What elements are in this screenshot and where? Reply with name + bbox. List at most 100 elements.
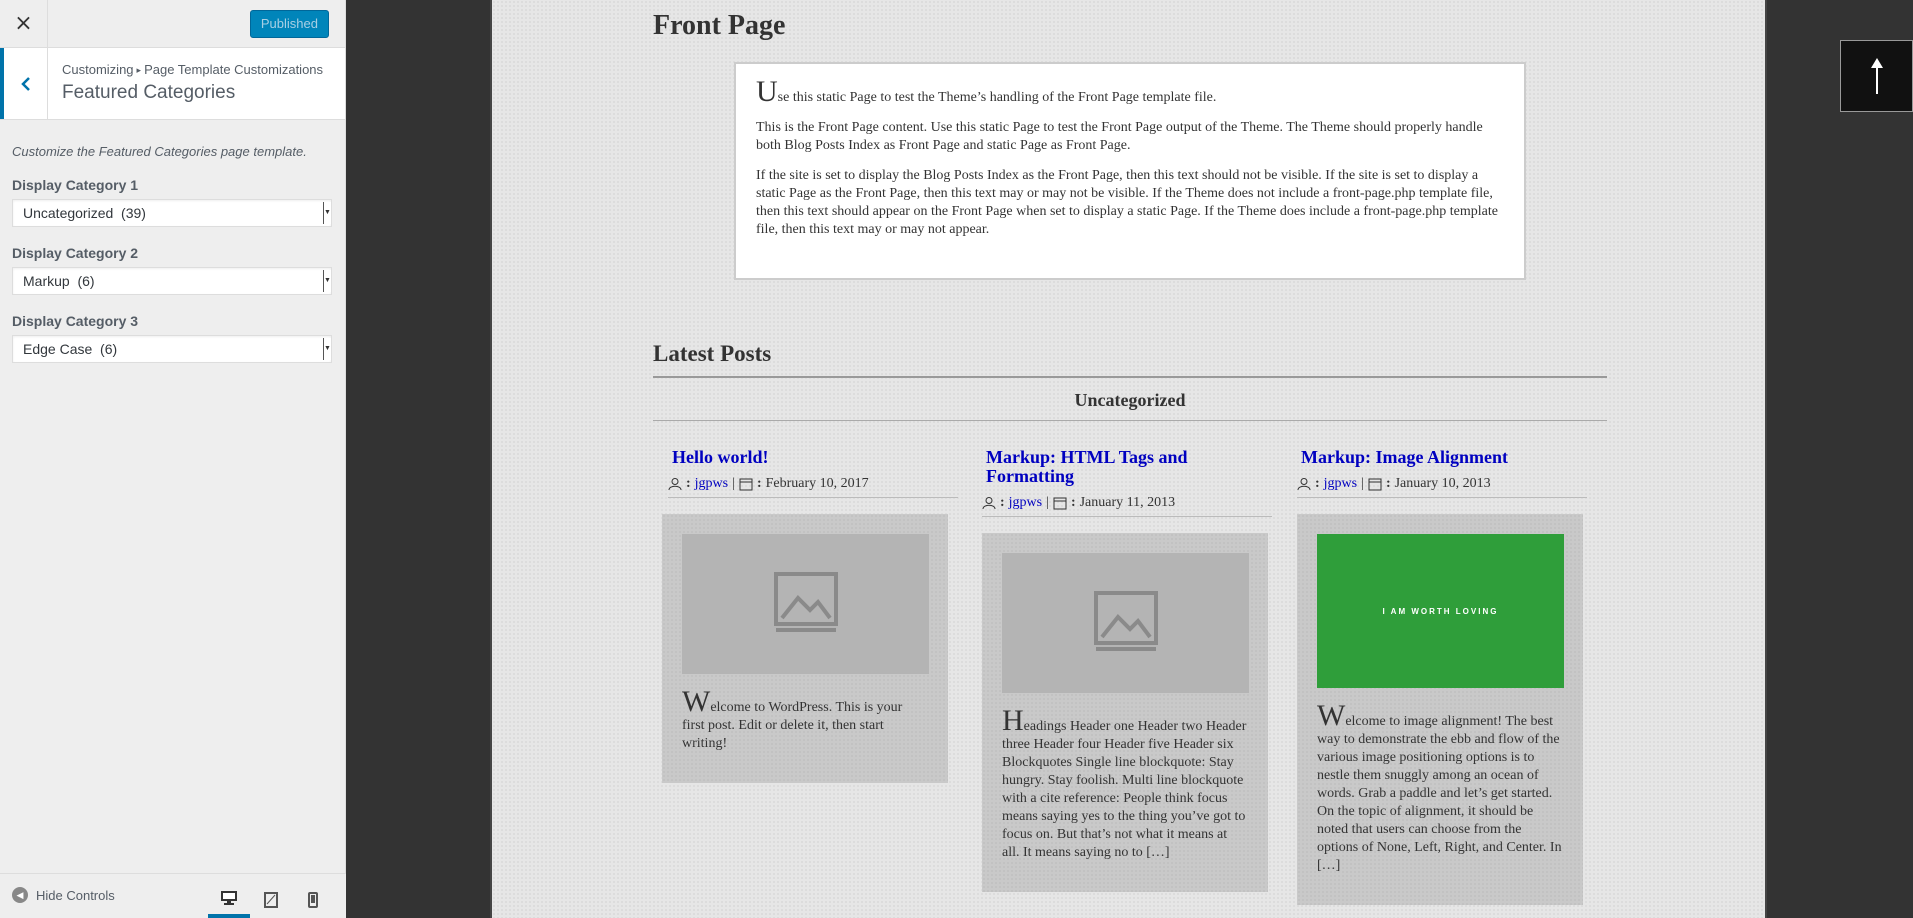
post-title-link[interactable]: Markup: HTML Tags and Formatting [982, 448, 1212, 486]
scroll-to-top-button[interactable] [1840, 40, 1913, 112]
close-icon[interactable]: × [0, 0, 48, 47]
featured-image-placeholder[interactable] [1002, 553, 1249, 693]
category-3-control: Display Category 3 Edge Case (6) ▼ [0, 313, 345, 363]
desktop-preview-button[interactable] [208, 882, 250, 918]
chevron-down-icon: ▼ [323, 338, 331, 360]
chevron-left-icon [20, 76, 30, 91]
breadcrumb: Customizing ▸ Page Template Customizations [62, 62, 323, 77]
category-3-select[interactable]: Edge Case (6) ▼ [12, 335, 332, 363]
featured-image[interactable]: I AM WORTH LOVING [1317, 534, 1564, 688]
customizer-sidebar: × Published Customizing ▸ Page Template Cu… [0, 0, 346, 918]
breadcrumb-parent: Page Template Customizations [144, 62, 324, 77]
site-preview: Front Page Use this static Page to test … [347, 0, 1913, 918]
category-3-label: Display Category 3 [12, 313, 139, 329]
drop-cap: W [1317, 699, 1346, 732]
paragraph-1: Use this static Page to test the Theme’s… [756, 77, 1504, 107]
meta-bar: | [732, 476, 735, 491]
customizer-footer: ◀ Hide Controls [0, 873, 346, 918]
post-card: Markup: HTML Tags and Formatting : jgpws… [982, 448, 1272, 892]
post-title-link[interactable]: Hello world! [668, 448, 958, 467]
meta-separator: : [686, 476, 691, 491]
section-header: Customizing ▸ Page Template Customizations… [0, 48, 345, 120]
mobile-icon [308, 892, 318, 908]
post-date: February 10, 2017 [765, 476, 869, 491]
category-1-value: Uncategorized (39) [23, 205, 146, 221]
desktop-icon [221, 891, 237, 905]
mobile-preview-button[interactable] [292, 882, 334, 918]
excerpt-text: elcome to image alignment! The best way … [1317, 714, 1562, 873]
post-date: January 10, 2013 [1394, 476, 1491, 491]
front-page-content-box: Use this static Page to test the Theme’s… [734, 62, 1526, 280]
hide-controls-label: Hide Controls [36, 887, 115, 903]
collapse-arrow-icon: ◀ [12, 887, 28, 903]
post-meta: : jgpws | : January 11, 2013 [982, 495, 1272, 517]
meta-separator: : [1315, 476, 1320, 491]
post-card: Hello world! : jgpws | : February 10, 20… [662, 448, 958, 783]
post-date: January 11, 2013 [1079, 495, 1176, 510]
hide-controls-button[interactable]: ◀ Hide Controls [12, 887, 115, 903]
category-2-control: Display Category 2 Markup (6) ▼ [0, 245, 345, 295]
category-1-label: Display Category 1 [12, 177, 139, 193]
author-link[interactable]: jgpws [695, 476, 728, 492]
post-excerpt: Welcome to WordPress. This is your first… [682, 687, 928, 753]
chevron-down-icon: ▼ [323, 202, 331, 224]
user-icon [668, 478, 682, 491]
user-icon [982, 497, 996, 510]
post-excerpt: Headings Header one Header two Header th… [1002, 706, 1248, 862]
arrow-up-icon [1870, 58, 1883, 94]
image-icon [773, 572, 838, 632]
meta-bar: | [1361, 476, 1364, 491]
meta-separator: : [1070, 495, 1076, 510]
back-button[interactable] [0, 48, 48, 119]
device-preview-toggles [208, 882, 334, 918]
category-heading: Uncategorized [1074, 390, 1186, 410]
post-meta: : jgpws | : February 10, 2017 [668, 476, 958, 498]
paragraph-3: If the site is set to display the Blog P… [756, 168, 1498, 237]
breadcrumb-separator: ▸ [136, 65, 142, 75]
category-2-label: Display Category 2 [12, 245, 139, 261]
paragraph-1-text: se this static Page to test the Theme’s … [777, 90, 1217, 105]
published-button[interactable]: Published [249, 10, 329, 38]
meta-bar: | [1046, 495, 1049, 510]
category-1-control: Display Category 1 Uncategorized (39) ▼ [0, 177, 345, 227]
category-2-value: Markup (6) [23, 273, 95, 289]
paragraph-2: This is the Front Page content. Use this… [756, 120, 1483, 153]
category-3-value: Edge Case (6) [23, 341, 118, 357]
divider [653, 376, 1607, 378]
post-title-link[interactable]: Markup: Image Alignment [1297, 448, 1587, 467]
meta-separator: : [756, 476, 762, 491]
author-link[interactable]: jgpws [1324, 476, 1357, 492]
tablet-icon [264, 892, 278, 908]
breadcrumb-root: Customizing [62, 62, 134, 77]
image-icon [1093, 591, 1158, 651]
meta-separator: : [1000, 495, 1005, 510]
calendar-icon [739, 478, 753, 491]
excerpt-text: elcome to WordPress. This is your first … [682, 700, 903, 751]
post-card-body: Welcome to WordPress. This is your first… [662, 514, 948, 783]
page-content: Front Page Use this static Page to test … [490, 0, 1767, 918]
post-excerpt: Welcome to image alignment! The best way… [1317, 701, 1563, 875]
latest-posts-heading: Latest Posts [653, 341, 772, 366]
excerpt-text: eadings Header one Header two Header thr… [1002, 719, 1247, 860]
post-card-body: Headings Header one Header two Header th… [982, 533, 1268, 892]
drop-cap: U [756, 75, 778, 108]
chevron-down-icon: ▼ [323, 270, 331, 292]
post-meta: : jgpws | : January 10, 2013 [1297, 476, 1587, 498]
meta-separator: : [1385, 476, 1391, 491]
page-title: Front Page [653, 10, 786, 41]
post-card: Markup: Image Alignment : jgpws | : Janu… [1297, 448, 1587, 905]
customizer-header: × Published [0, 0, 345, 48]
section-description: Customize the Featured Categories page t… [12, 144, 307, 159]
calendar-icon [1053, 497, 1067, 510]
drop-cap: W [682, 685, 711, 718]
tablet-preview-button[interactable] [250, 882, 292, 918]
post-card-body: I AM WORTH LOVING Welcome to image align… [1297, 514, 1583, 905]
image-caption: I AM WORTH LOVING [1382, 606, 1499, 616]
calendar-icon [1368, 478, 1382, 491]
featured-image-placeholder[interactable] [682, 534, 929, 674]
section-title: Featured Categories [62, 82, 236, 103]
divider [653, 420, 1607, 421]
category-1-select[interactable]: Uncategorized (39) ▼ [12, 199, 332, 227]
author-link[interactable]: jgpws [1009, 495, 1042, 511]
category-2-select[interactable]: Markup (6) ▼ [12, 267, 332, 295]
